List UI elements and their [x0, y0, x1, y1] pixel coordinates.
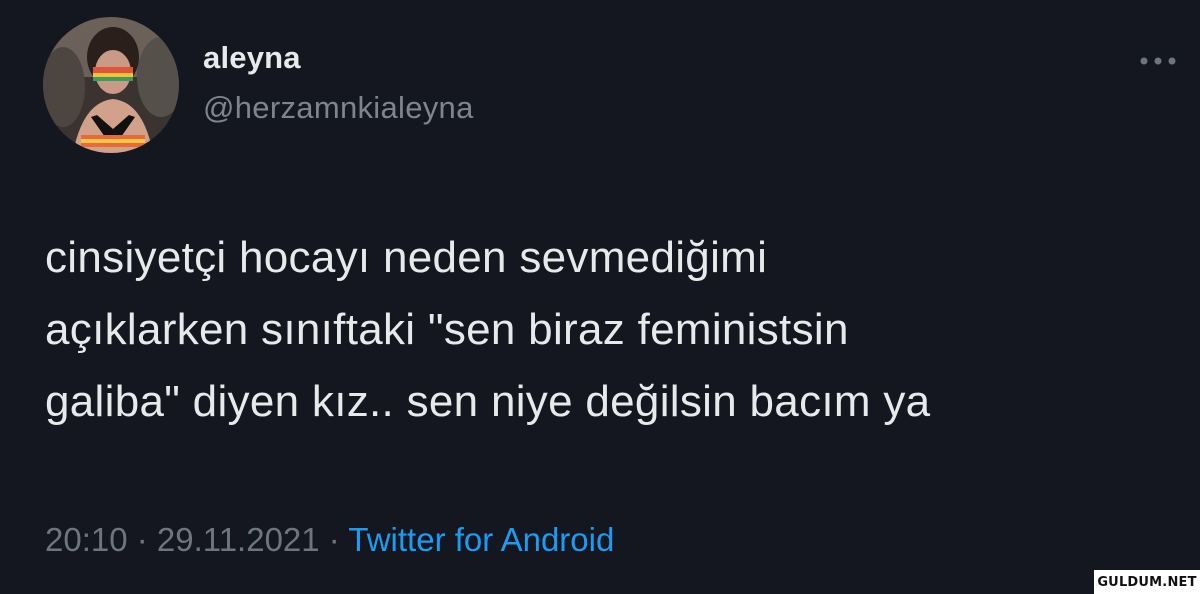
avatar[interactable]: [43, 17, 179, 153]
meta-separator: ·: [127, 521, 157, 558]
profile-photo-icon: [43, 17, 179, 153]
more-options-button[interactable]: [1132, 44, 1184, 78]
tweet-date[interactable]: 29.11.2021: [157, 521, 320, 558]
tweet-source-link[interactable]: Twitter for Android: [348, 521, 614, 558]
more-horizontal-icon: [1140, 57, 1176, 65]
author-display-name[interactable]: aleyna: [203, 40, 301, 76]
tweet-text-line: galiba" diyen kız.. sen niye değilsin ba…: [45, 377, 931, 426]
tweet-text: cinsiyetçi hocayı neden sevmediğimi açık…: [45, 222, 1175, 438]
tweet-card: aleyna @herzamnkialeyna cinsiyetçi hocay…: [0, 0, 1200, 594]
meta-separator: ·: [319, 521, 349, 558]
tweet-text-line: açıklarken sınıftaki "sen biraz feminist…: [45, 305, 849, 354]
author-handle[interactable]: @herzamnkialeyna: [203, 90, 474, 126]
tweet-meta: 20:10 · 29.11.2021 · Twitter for Android: [45, 521, 614, 559]
watermark-badge: GULDUM.NET: [1094, 570, 1200, 594]
tweet-time[interactable]: 20:10: [45, 521, 128, 558]
tweet-text-line: cinsiyetçi hocayı neden sevmediğimi: [45, 233, 768, 282]
